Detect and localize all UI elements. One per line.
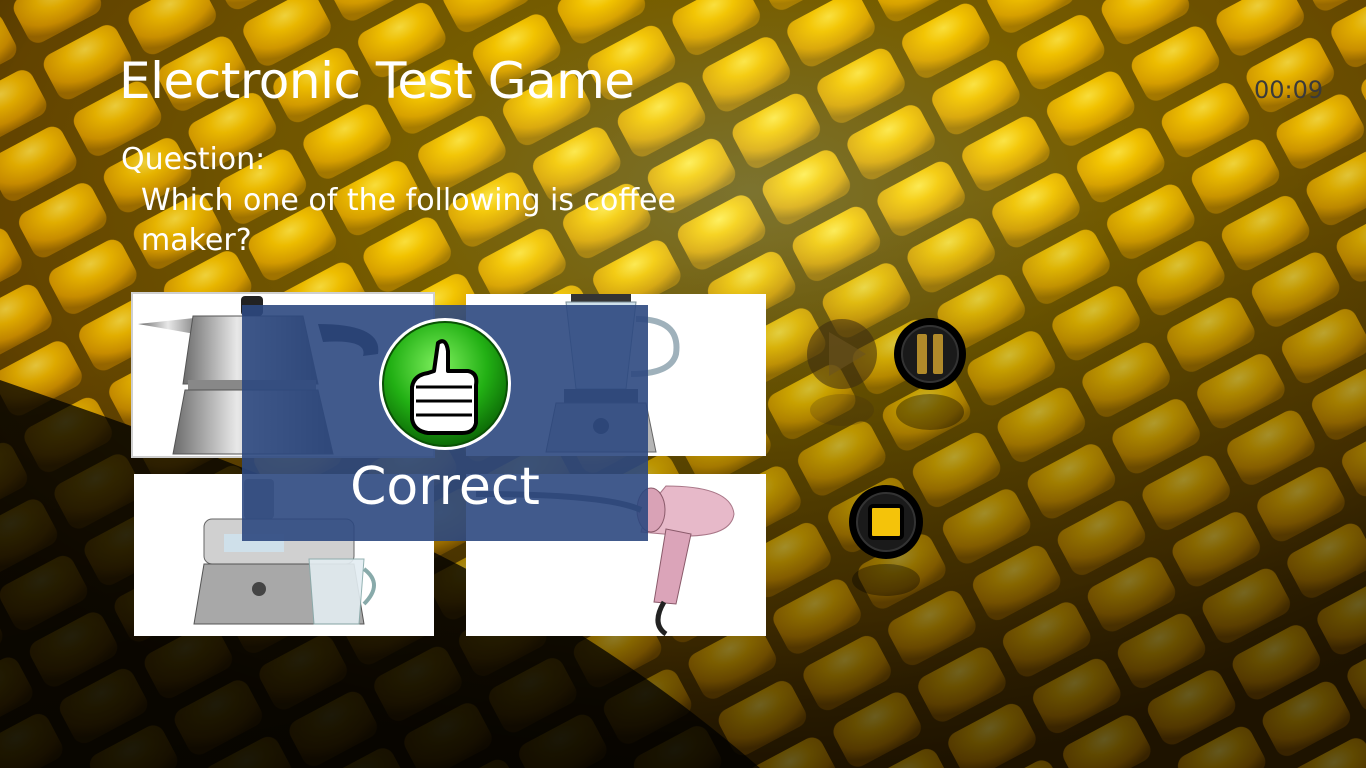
play-button[interactable] xyxy=(804,318,884,438)
question-text: Which one of the following is coffee mak… xyxy=(141,183,676,258)
play-icon xyxy=(807,319,877,426)
result-overlay: Correct xyxy=(242,305,648,541)
stop-icon xyxy=(849,485,923,596)
game-timer: 00:09 xyxy=(1254,76,1324,104)
pause-icon xyxy=(894,318,966,430)
stop-button[interactable] xyxy=(848,484,928,604)
result-text: Correct xyxy=(350,457,540,517)
question-label: Question: xyxy=(121,142,266,177)
app-title: Electronic Test Game xyxy=(119,52,635,110)
thumbs-up-icon xyxy=(376,315,514,453)
pause-button[interactable] xyxy=(890,318,972,438)
